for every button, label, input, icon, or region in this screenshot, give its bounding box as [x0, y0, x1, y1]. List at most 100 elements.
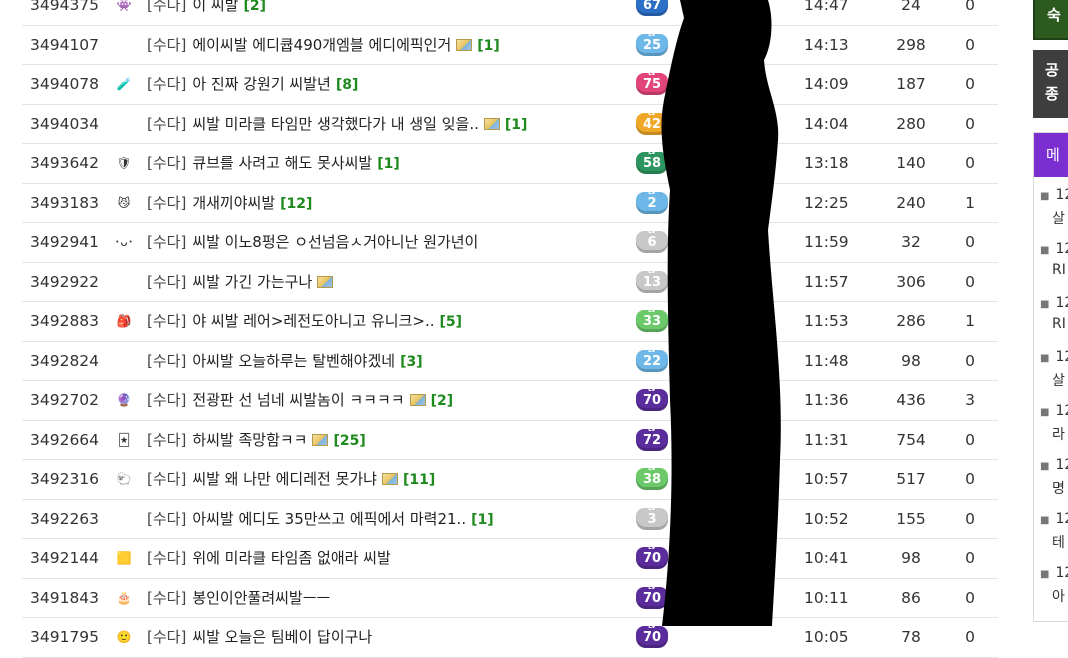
side-list-item[interactable]: ■ 12 RI	[1034, 285, 1068, 339]
post-title[interactable]: 봉인이안풀려씨발ㅡㅡ	[192, 589, 330, 607]
post-title-cell[interactable]: [수다] 에이씨발 에디큡490개엠블 에디에픽인거 [1]	[147, 26, 500, 66]
table-row[interactable]: 3492144 🟨 [수다] 위에 미라클 타임좀 없애라 씨발 70 10:41…	[22, 539, 998, 579]
post-title[interactable]: 이 씨발	[192, 0, 238, 14]
post-title[interactable]: 하씨발 족망함ㅋㅋ	[192, 431, 307, 449]
post-title-cell[interactable]: [수다] 씨발 미라클 타임만 생각했다가 내 생일 잊을.. [1]	[147, 105, 527, 145]
post-title[interactable]: 씨발 미라클 타임만 생각했다가 내 생일 잊을..	[192, 115, 479, 133]
comment-count[interactable]: [11]	[403, 472, 435, 488]
post-title[interactable]: 위에 미라클 타임좀 없애라 씨발	[192, 549, 390, 567]
post-title-cell[interactable]: [수다] 위에 미라클 타임좀 없애라 씨발	[147, 539, 391, 578]
comment-count[interactable]: [3]	[400, 354, 423, 370]
post-title[interactable]: 전광판 선 넘네 씨발놈이 ㅋㅋㅋㅋ	[192, 391, 404, 409]
post-title-cell[interactable]: [수다] 야 씨발 레어>레전도아니고 유니크>.. [5]	[147, 302, 462, 342]
post-title-cell[interactable]: [수다] 봉인이안풀려씨발ㅡㅡ	[147, 579, 330, 618]
table-row[interactable]: 3494107 [수다]에이씨발 에디큡490개엠블 에디에픽인거[1] 25 …	[22, 26, 998, 66]
like-count: 0	[965, 75, 975, 93]
view-count: 286	[896, 312, 926, 330]
table-row[interactable]: 3493642 🛡 [수다] 큐브를 사려고 해도 못사씨발 [1] 58 13:1…	[22, 144, 998, 184]
guild-emblem-icon: 🔮	[116, 393, 132, 407]
post-title[interactable]: 씨발 가긴 가는구나	[192, 273, 312, 291]
table-row[interactable]: 3491843 🎂 [수다] 봉인이안풀려씨발ㅡㅡ 70 10:11 86 0	[22, 579, 998, 618]
post-title-cell[interactable]: [수다] 개새끼야씨발 [12]	[147, 184, 312, 224]
level-badge: 25	[636, 31, 668, 56]
side-list-item[interactable]: ■ 12 살	[1034, 177, 1068, 231]
comment-count[interactable]: [1]	[471, 512, 494, 528]
comment-count[interactable]: [12]	[280, 196, 312, 212]
post-title[interactable]: 에이씨발 에디큡490개엠블 에디에픽인거	[192, 36, 451, 54]
side-list-item[interactable]: ■ 12 라	[1034, 393, 1068, 447]
side-list-item[interactable]: ■ 12 테	[1034, 501, 1068, 555]
table-row[interactable]: 3493183 😼 [수다] 개새끼야씨발 [12] 2 12:25 240 1	[22, 184, 998, 224]
side-item-line1: 12	[1055, 403, 1068, 419]
post-title[interactable]: 씨발 오늘은 팀베이 답이구나	[192, 628, 372, 646]
post-title-cell[interactable]: [수다] 하씨발 족망함ㅋㅋ [25]	[147, 421, 366, 461]
table-row[interactable]: 3494078 🧪 [수다] 아 진짜 강원기 씨발년 [8] 75 14:09 1…	[22, 65, 998, 105]
post-title-cell[interactable]: [수다] 씨발 오늘은 팀베이 답이구나	[147, 618, 372, 657]
post-number: 3494375	[30, 0, 100, 14]
post-title[interactable]: 야 씨발 레어>레전도아니고 유니크>..	[192, 312, 434, 330]
post-title[interactable]: 아씨발 에디도 35만쓰고 에픽에서 마력21..	[192, 510, 466, 528]
post-title-cell[interactable]: [수다] 씨발 왜 나만 에디레전 못가냐 [11]	[147, 460, 435, 500]
side-banner-green[interactable]: 숙	[1033, 0, 1068, 40]
table-row[interactable]: 3492824 [수다] 아씨발 오늘하루는 탈벤해야겠네 [3] 22 11:48…	[22, 342, 998, 382]
post-title-cell[interactable]: [수다] 큐브를 사려고 해도 못사씨발 [1]	[147, 144, 400, 184]
level-badge: 58	[636, 149, 668, 174]
side-banner-green-text: 숙	[1047, 6, 1061, 24]
post-title-cell[interactable]: [수다] 아 진짜 강원기 씨발년 [8]	[147, 65, 358, 105]
post-time: 11:48	[804, 351, 849, 370]
table-row[interactable]: 3492922 [수다] 씨발 가긴 가는구나 13 11:57 306 0	[22, 263, 998, 302]
image-attachment-icon	[483, 117, 500, 130]
table-row[interactable]: 3492316 🐑 [수다] 씨발 왜 나만 에디레전 못가냐 [11] 38 10…	[22, 460, 998, 500]
comment-count[interactable]: [1]	[377, 156, 400, 172]
comment-count[interactable]: [2]	[243, 0, 266, 14]
post-title[interactable]: 씨발 이노8펑은 ㅇ선넘음ㅅ거아니난 원가년이	[192, 233, 478, 251]
post-category: [수다]	[147, 75, 187, 93]
table-row[interactable]: 3492941 ･ᴗ･ [수다] 씨발 이노8펑은 ㅇ선넘음ㅅ거아니난 원가년이 …	[22, 223, 998, 263]
post-category: [수다]	[147, 391, 187, 409]
guild-emblem-icon: 🃏	[117, 432, 131, 447]
table-row[interactable]: 3492883 🎒 [수다] 야 씨발 레어>레전도아니고 유니크>.. [5] 3…	[22, 302, 998, 342]
post-title-cell[interactable]: [수다] 이 씨발 [2]	[147, 0, 266, 26]
comment-count[interactable]: [1]	[505, 117, 528, 133]
post-title[interactable]: 아 진짜 강원기 씨발년	[192, 75, 331, 93]
post-number: 3492664	[30, 430, 100, 449]
post-title-cell[interactable]: [수다] 아씨발 오늘하루는 탈벤해야겠네 [3]	[147, 342, 423, 382]
like-count: 0	[965, 114, 975, 133]
post-title[interactable]: 개새끼야씨발	[192, 194, 275, 212]
side-item-line1: 12	[1055, 349, 1068, 365]
side-panel-header[interactable]: 메	[1034, 133, 1068, 177]
table-row[interactable]: 3492702 🔮 [수다] 전광판 선 넘네 씨발놈이 ㅋㅋㅋㅋ [2] 70 1…	[22, 381, 998, 421]
side-list-item[interactable]: ■ 12 살	[1034, 339, 1068, 393]
comment-count[interactable]: [8]	[336, 77, 359, 93]
post-number: 3491843	[30, 588, 100, 607]
table-row[interactable]: 3492263 [수다] 아씨발 에디도 35만쓰고 에픽에서 마력21.. [1]…	[22, 500, 998, 540]
side-banner-dark[interactable]: 공 종	[1033, 50, 1068, 118]
table-row[interactable]: 3494034 [수다] 씨발 미라클 타임만 생각했다가 내 생일 잊을.. [1…	[22, 105, 998, 145]
comment-count[interactable]: [5]	[440, 314, 463, 330]
post-title[interactable]: 씨발 왜 나만 에디레전 못가냐	[192, 470, 377, 488]
view-count: 140	[896, 154, 926, 172]
side-item-line1: 12	[1055, 565, 1068, 581]
post-title-cell[interactable]: [수다] 전광판 선 넘네 씨발놈이 ㅋㅋㅋㅋ [2]	[147, 381, 453, 421]
table-row[interactable]: 3491795 🙂 [수다] 씨발 오늘은 팀베이 답이구나 70 10:05 7…	[22, 618, 998, 658]
side-list-item[interactable]: ■ 12 아	[1034, 555, 1068, 609]
comment-count[interactable]: [2]	[431, 393, 454, 409]
side-list-item[interactable]: ■ 12 명	[1034, 447, 1068, 501]
post-title-cell[interactable]: [수다] 씨발 가긴 가는구나	[147, 263, 334, 302]
image-attachment-icon	[312, 433, 329, 446]
table-row[interactable]: 3492664 🃏 [수다] 하씨발 족망함ㅋㅋ [25] 72 11:31 754…	[22, 421, 998, 461]
level-badge: 2	[636, 189, 668, 214]
post-title[interactable]: 아씨발 오늘하루는 탈벤해야겠네	[192, 352, 395, 370]
guild-emblem-icon: 🎒	[116, 314, 132, 328]
level-badge: 72	[636, 426, 668, 451]
post-number: 3491795	[30, 628, 100, 646]
post-title-cell[interactable]: [수다] 씨발 이노8펑은 ㅇ선넘음ㅅ거아니난 원가년이	[147, 223, 478, 262]
side-list-item[interactable]: ■ 12 RI	[1034, 231, 1068, 285]
side-panel-list: ■12 살■12 RI■12 RI■12 살■12 라■12 명■12 테■12…	[1034, 177, 1068, 609]
comment-count[interactable]: [25]	[333, 433, 365, 449]
table-row[interactable]: 3494375 👾 [수다] 이 씨발 [2] 67 14:47 24 0	[22, 0, 998, 26]
side-item-line1: 12	[1055, 511, 1068, 527]
comment-count[interactable]: [1]	[477, 38, 500, 54]
post-title-cell[interactable]: [수다] 아씨발 에디도 35만쓰고 에픽에서 마력21.. [1]	[147, 500, 494, 540]
post-title[interactable]: 큐브를 사려고 해도 못사씨발	[192, 154, 372, 172]
